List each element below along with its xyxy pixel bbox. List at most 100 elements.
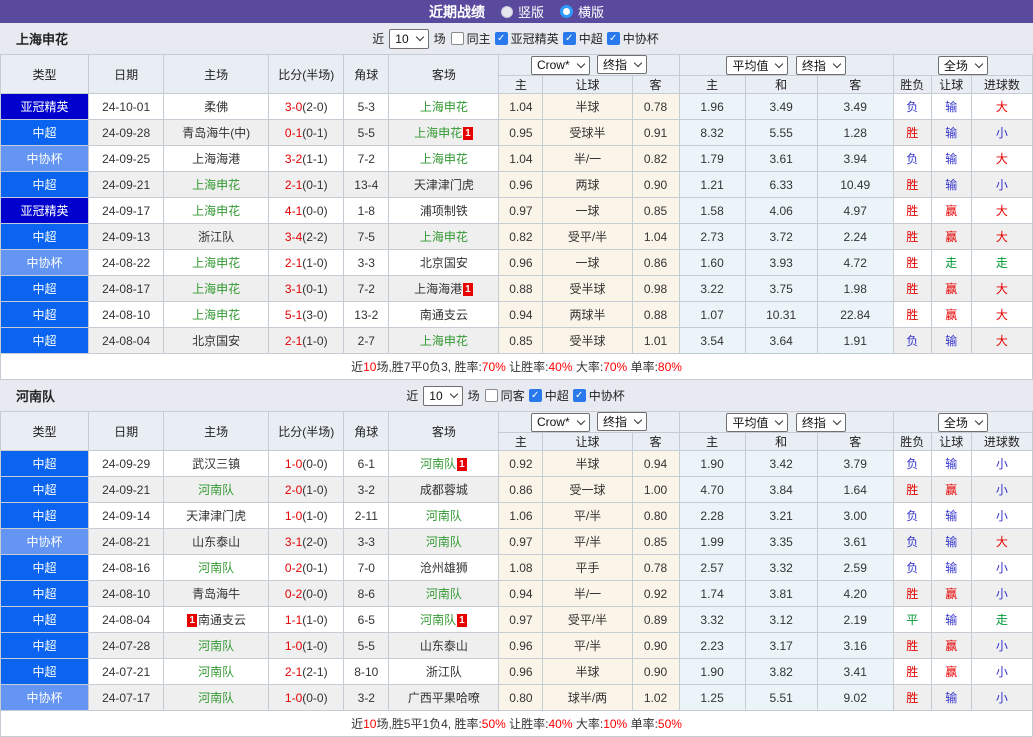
away-team-name[interactable]: 浦项制铁 bbox=[420, 204, 468, 218]
checkbox-icon[interactable] bbox=[451, 32, 464, 45]
away-team-name[interactable]: 上海申花 bbox=[420, 334, 468, 348]
away-team-name[interactable]: 上海海港 bbox=[414, 282, 462, 296]
date-cell: 24-07-21 bbox=[89, 659, 164, 685]
select-value: 终指 bbox=[603, 413, 627, 430]
league-badge: 中超 bbox=[1, 328, 89, 354]
filter-option[interactable]: 同客 bbox=[485, 387, 525, 404]
handicap-cell: 半球 bbox=[543, 659, 632, 685]
scope-select[interactable]: 全场 bbox=[938, 413, 988, 432]
home-team-name[interactable]: 浙江队 bbox=[198, 230, 234, 244]
away-team-name[interactable]: 广西平果哈嘹 bbox=[408, 691, 480, 705]
home-team-name[interactable]: 山东泰山 bbox=[192, 535, 240, 549]
home-team-name[interactable]: 南通支云 bbox=[198, 613, 246, 627]
away-team-name[interactable]: 河南队 bbox=[426, 509, 462, 523]
halftime-score: (2-0) bbox=[302, 100, 327, 114]
avg-select[interactable]: 平均值 bbox=[726, 413, 788, 432]
filter-option[interactable]: ✓中协杯 bbox=[573, 387, 625, 404]
avg-away-cell: 3.79 bbox=[817, 451, 893, 477]
home-team-name[interactable]: 上海申花 bbox=[192, 178, 240, 192]
away-team-name[interactable]: 浙江队 bbox=[426, 665, 462, 679]
home-team-name[interactable]: 天津津门虎 bbox=[186, 509, 246, 523]
away-team-name[interactable]: 河南队 bbox=[420, 613, 456, 627]
league-badge: 中超 bbox=[1, 503, 89, 529]
away-team-name[interactable]: 上海申花 bbox=[420, 152, 468, 166]
home-odds-cell: 1.08 bbox=[499, 555, 543, 581]
odds-company-select[interactable]: Crow* bbox=[531, 56, 590, 75]
away-team-name[interactable]: 山东泰山 bbox=[420, 639, 468, 653]
avg-time-select[interactable]: 终指 bbox=[796, 413, 846, 432]
odds-company-select[interactable]: Crow* bbox=[531, 413, 590, 432]
vertical-layout-option[interactable]: 竖版 bbox=[501, 2, 544, 21]
goals-result-cell: 小 bbox=[971, 581, 1032, 607]
avg-select[interactable]: 平均值 bbox=[726, 56, 788, 75]
summary-text: 近10场,胜7平0负3, 胜率:70% 让胜率:40% 大率:70% 单率:80… bbox=[1, 358, 1032, 375]
filter-option[interactable]: ✓中协杯 bbox=[607, 30, 659, 47]
match-count-select[interactable]: 10 bbox=[423, 386, 462, 406]
vertical-layout-label: 竖版 bbox=[518, 2, 544, 21]
away-team-name[interactable]: 上海申花 bbox=[420, 100, 468, 114]
match-count-select[interactable]: 10 bbox=[389, 29, 428, 49]
away-team-name[interactable]: 河南队 bbox=[420, 457, 456, 471]
checkbox-icon[interactable]: ✓ bbox=[495, 32, 508, 45]
handicap-result-cell: 输 bbox=[931, 607, 971, 633]
score-cell: 2-1(2-1) bbox=[269, 659, 344, 685]
home-team-name[interactable]: 河南队 bbox=[198, 665, 234, 679]
checkbox-icon[interactable]: ✓ bbox=[607, 32, 620, 45]
score-cell: 1-0(0-0) bbox=[269, 451, 344, 477]
home-team-name[interactable]: 柔佛 bbox=[204, 100, 228, 114]
fulltime-score: 2-0 bbox=[285, 483, 302, 497]
odds-time-select[interactable]: 终指 bbox=[597, 55, 647, 74]
result-cell: 胜 bbox=[893, 276, 931, 302]
home-team-name[interactable]: 河南队 bbox=[198, 691, 234, 705]
fulltime-score: 0-1 bbox=[285, 126, 302, 140]
radio-unselected-icon[interactable] bbox=[501, 6, 513, 18]
filter-option[interactable]: ✓亚冠精英 bbox=[495, 30, 559, 47]
scope-select-cell: 全场 bbox=[893, 55, 1032, 76]
scope-select[interactable]: 全场 bbox=[938, 56, 988, 75]
away-team-name[interactable]: 成都蓉城 bbox=[420, 483, 468, 497]
filter-option[interactable]: 同主 bbox=[451, 30, 491, 47]
filter-option[interactable]: ✓中超 bbox=[529, 387, 569, 404]
home-team-name[interactable]: 河南队 bbox=[198, 639, 234, 653]
home-team-name[interactable]: 河南队 bbox=[198, 561, 234, 575]
home-team-name[interactable]: 上海海港 bbox=[192, 152, 240, 166]
away-team-name[interactable]: 上海申花 bbox=[414, 126, 462, 140]
home-team-name[interactable]: 青岛海牛(中) bbox=[182, 126, 250, 140]
date-cell: 24-08-04 bbox=[89, 607, 164, 633]
home-team-name[interactable]: 上海申花 bbox=[192, 204, 240, 218]
away-odds-cell: 0.86 bbox=[632, 250, 679, 276]
match-row: 中超24-09-28青岛海牛(中)0-1(0-1)5-5上海申花10.95受球半… bbox=[1, 120, 1033, 146]
checkbox-label: 中协杯 bbox=[589, 387, 625, 404]
chevron-down-icon bbox=[449, 390, 457, 398]
home-team-name[interactable]: 上海申花 bbox=[192, 308, 240, 322]
away-team-name[interactable]: 上海申花 bbox=[420, 230, 468, 244]
away-team-name[interactable]: 河南队 bbox=[426, 535, 462, 549]
home-team-name[interactable]: 上海申花 bbox=[192, 282, 240, 296]
avg-time-select[interactable]: 终指 bbox=[796, 56, 846, 75]
away-team-name[interactable]: 河南队 bbox=[426, 587, 462, 601]
avg-home-cell: 3.54 bbox=[679, 328, 745, 354]
radio-selected-icon[interactable] bbox=[560, 5, 573, 18]
home-team-name[interactable]: 河南队 bbox=[198, 483, 234, 497]
handicap-cell: 半/一 bbox=[543, 146, 632, 172]
handicap-cell: 球半/两 bbox=[543, 685, 632, 711]
odds-time-select[interactable]: 终指 bbox=[597, 412, 647, 431]
home-team-name[interactable]: 武汉三镇 bbox=[192, 457, 240, 471]
checkbox-icon[interactable]: ✓ bbox=[563, 32, 576, 45]
away-team-name[interactable]: 北京国安 bbox=[420, 256, 468, 270]
filter-option[interactable]: ✓中超 bbox=[563, 30, 603, 47]
away-team-name[interactable]: 天津津门虎 bbox=[414, 178, 474, 192]
checkbox-icon[interactable]: ✓ bbox=[573, 389, 586, 402]
away-team-name[interactable]: 南通支云 bbox=[420, 308, 468, 322]
home-team-name[interactable]: 上海申花 bbox=[192, 256, 240, 270]
home-team-name[interactable]: 北京国安 bbox=[192, 334, 240, 348]
summary-segment: 单率: bbox=[627, 717, 658, 731]
checkbox-icon[interactable] bbox=[485, 389, 498, 402]
away-team-name[interactable]: 沧州雄狮 bbox=[420, 561, 468, 575]
red-card-badge: 1 bbox=[457, 614, 467, 627]
checkbox-icon[interactable]: ✓ bbox=[529, 389, 542, 402]
home-team-name[interactable]: 青岛海牛 bbox=[192, 587, 240, 601]
horizontal-layout-option[interactable]: 横版 bbox=[560, 2, 604, 21]
result-cell: 负 bbox=[893, 451, 931, 477]
date-cell: 24-07-17 bbox=[89, 685, 164, 711]
